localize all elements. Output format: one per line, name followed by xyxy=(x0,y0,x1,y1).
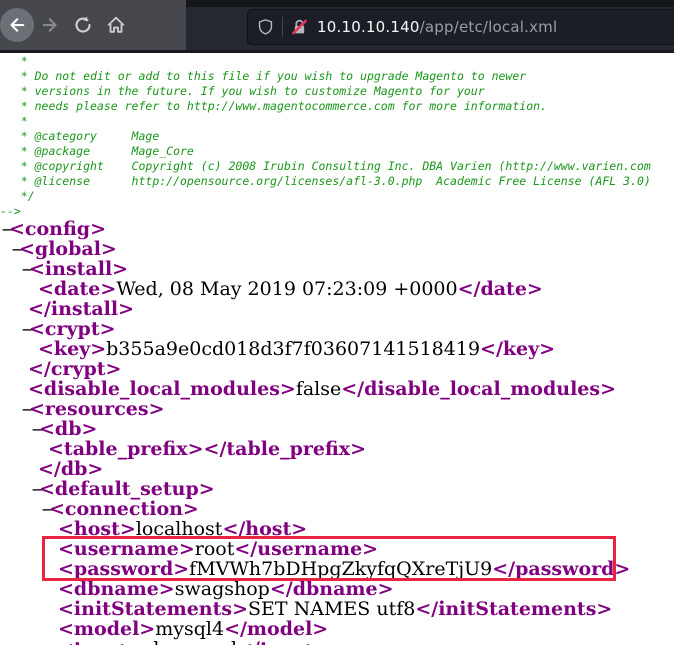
xml-tag: <crypt> xyxy=(29,318,116,340)
xml-line: </install> xyxy=(0,299,674,319)
nav-button-group xyxy=(0,0,186,50)
reload-icon xyxy=(73,15,93,35)
xml-line: <type>pdo_mysql</type> xyxy=(0,639,674,645)
xml-tag: </key> xyxy=(480,338,555,360)
xml-text: root xyxy=(195,538,235,560)
xml-tag: </date> xyxy=(458,278,543,300)
xml-line: <host>localhost</host> xyxy=(0,519,674,539)
collapse-toggle-icon[interactable]: − xyxy=(11,240,19,260)
xml-tag: <config> xyxy=(9,218,106,240)
collapse-toggle-icon[interactable]: − xyxy=(31,480,39,500)
xml-line: <initStatements>SET NAMES utf8</initStat… xyxy=(0,599,674,619)
home-icon xyxy=(106,15,126,35)
url-text[interactable]: 10.10.10.140/app/etc/local.xml xyxy=(317,18,557,36)
xml-viewer-content: * * Do not edit or add to this file if y… xyxy=(0,53,674,645)
collapse-toggle-icon[interactable]: − xyxy=(31,420,39,440)
xml-text: swagshop xyxy=(175,578,270,600)
xml-line: <key>b355a9e0cd018d3f7f03607141518419</k… xyxy=(0,339,674,359)
shield-icon[interactable] xyxy=(257,18,274,36)
xml-tag: <key> xyxy=(38,338,106,360)
xml-text: fMVWh7bDHpgZkyfqQXreTjU9 xyxy=(189,558,492,580)
xml-tag: </password> xyxy=(492,558,630,580)
collapse-toggle-icon[interactable]: − xyxy=(1,220,9,240)
xml-tag: <global> xyxy=(19,238,117,260)
xml-tag: </install> xyxy=(28,298,134,320)
home-button[interactable] xyxy=(106,15,126,35)
xml-line: </crypt> xyxy=(0,359,674,379)
back-button[interactable] xyxy=(0,8,34,42)
xml-tag: </table_prefix> xyxy=(204,438,366,460)
xml-tag: <disable_local_modules> xyxy=(28,378,296,400)
xml-comment-block: * * Do not edit or add to this file if y… xyxy=(0,53,674,219)
xml-line: −<default_setup> xyxy=(0,479,674,499)
urlbar-divider xyxy=(282,17,283,37)
xml-tag: </crypt> xyxy=(28,358,121,380)
xml-line: <model>mysql4</model> xyxy=(0,619,674,639)
xml-line: −<install> xyxy=(0,259,674,279)
xml-text: SET NAMES utf8 xyxy=(248,598,415,620)
xml-tag: <install> xyxy=(29,258,128,280)
xml-tag: </type> xyxy=(237,638,321,645)
xml-tag: </dbname> xyxy=(270,578,394,600)
url-path: /app/etc/local.xml xyxy=(420,18,558,36)
toolbar-right-section: 10.10.10.140/app/etc/local.xml xyxy=(186,0,674,50)
collapse-toggle-icon[interactable]: − xyxy=(21,320,29,340)
browser-toolbar: 10.10.10.140/app/etc/local.xml xyxy=(0,0,674,53)
xml-tag: <dbname> xyxy=(58,578,175,600)
xml-text: b355a9e0cd018d3f7f03607141518419 xyxy=(106,338,480,360)
xml-line: <password>fMVWh7bDHpgZkyfqQXreTjU9</pass… xyxy=(0,559,674,579)
xml-tag: <date> xyxy=(38,278,116,300)
xml-tag: </model> xyxy=(224,618,328,640)
xml-tag: <connection> xyxy=(49,498,199,520)
xml-text: localhost xyxy=(136,518,223,540)
xml-line: <table_prefix></table_prefix> xyxy=(0,439,674,459)
xml-tag: </username> xyxy=(234,538,378,560)
xml-tag: </host> xyxy=(222,518,307,540)
xml-tag: <table_prefix> xyxy=(48,438,204,460)
xml-line: −<db> xyxy=(0,419,674,439)
xml-tag: <password> xyxy=(58,558,189,580)
insecure-lock-icon[interactable] xyxy=(291,18,308,36)
xml-line: −<global> xyxy=(0,239,674,259)
xml-line: −<connection> xyxy=(0,499,674,519)
xml-text: false xyxy=(296,378,341,400)
xml-tag: </disable_local_modules> xyxy=(341,378,616,400)
back-arrow-icon xyxy=(7,15,27,35)
xml-line: −<crypt> xyxy=(0,319,674,339)
collapse-toggle-icon[interactable]: − xyxy=(41,500,49,520)
xml-line: <dbname>swagshop</dbname> xyxy=(0,579,674,599)
xml-line: −<resources> xyxy=(0,399,674,419)
xml-tag: <type> xyxy=(58,638,135,645)
xml-tag: <initStatements> xyxy=(58,598,248,620)
forward-button[interactable] xyxy=(40,15,60,35)
xml-tag: <host> xyxy=(58,518,136,540)
xml-tag: <default_setup> xyxy=(39,478,215,500)
xml-text: Wed, 08 May 2019 07:23:09 +0000 xyxy=(116,278,457,300)
xml-line: <disable_local_modules>false</disable_lo… xyxy=(0,379,674,399)
xml-tree: −<config>−<global>−<install><date>Wed, 0… xyxy=(0,219,674,645)
tab-strip-remnant xyxy=(186,0,674,7)
collapse-toggle-icon[interactable]: − xyxy=(21,260,29,280)
xml-tag: <model> xyxy=(58,618,155,640)
collapse-toggle-icon[interactable]: − xyxy=(21,400,29,420)
xml-tag: </initStatements> xyxy=(415,598,612,620)
forward-arrow-icon xyxy=(40,15,60,35)
reload-button[interactable] xyxy=(73,15,93,35)
xml-text: pdo_mysql xyxy=(135,638,237,645)
xml-tag: <resources> xyxy=(29,398,165,420)
xml-line: −<config> xyxy=(0,219,674,239)
browser-window: { "browser": { "url": { "host": "10.10.1… xyxy=(0,0,674,645)
xml-tag: <db> xyxy=(39,418,97,440)
xml-tag: </db> xyxy=(38,458,103,480)
xml-text: mysql4 xyxy=(155,618,224,640)
xml-tag: <username> xyxy=(58,538,195,560)
xml-line: </db> xyxy=(0,459,674,479)
url-host: 10.10.10.140 xyxy=(317,18,420,36)
xml-line: <date>Wed, 08 May 2019 07:23:09 +0000</d… xyxy=(0,279,674,299)
xml-line: <username>root</username> xyxy=(0,539,674,559)
url-bar[interactable]: 10.10.10.140/app/etc/local.xml xyxy=(247,9,674,45)
